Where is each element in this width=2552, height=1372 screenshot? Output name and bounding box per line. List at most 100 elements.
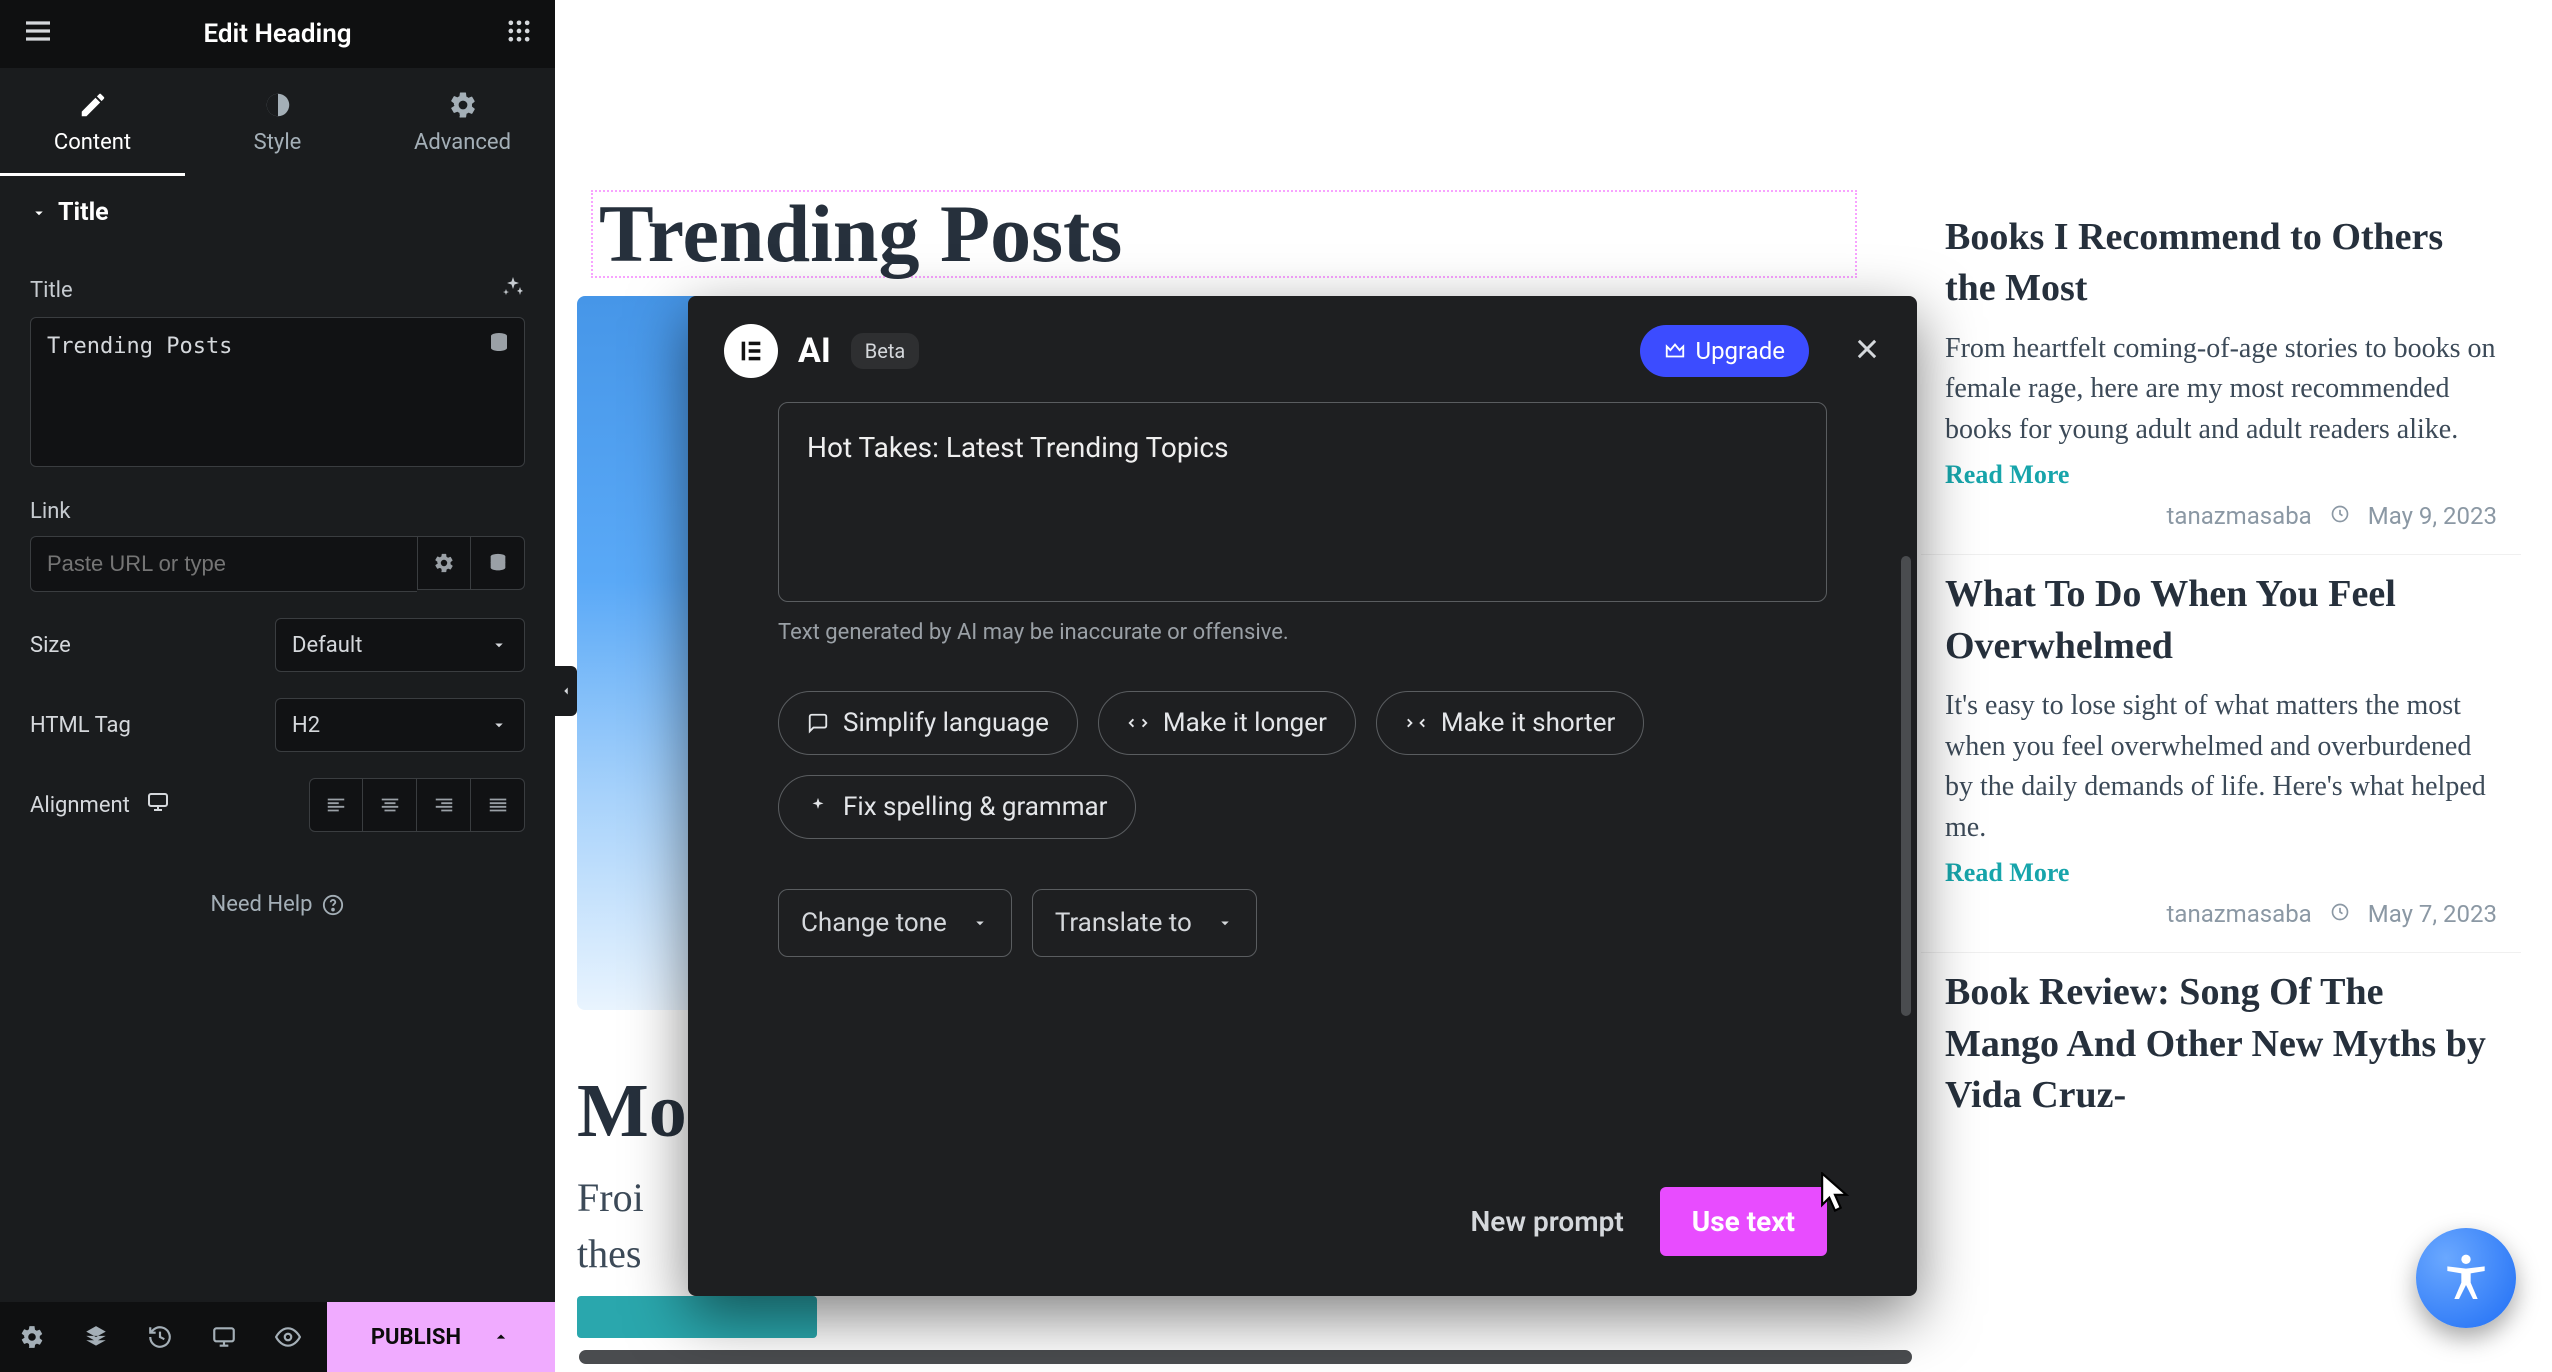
chevron-down-icon (1216, 914, 1234, 932)
panel-body: Title Link (0, 275, 555, 917)
tab-content[interactable]: Content (0, 68, 185, 176)
partial-heading: Mo (577, 1068, 687, 1155)
use-text-button[interactable]: Use text (1660, 1187, 1827, 1256)
navigator-icon[interactable] (64, 1302, 128, 1372)
upgrade-button-label: Upgrade (1696, 337, 1786, 365)
need-help-label: Need Help (211, 892, 313, 917)
ai-sparkle-icon[interactable] (501, 275, 525, 305)
chip-label: Make it longer (1163, 708, 1327, 738)
tab-advanced[interactable]: Advanced (370, 68, 555, 176)
sidebar-post: What To Do When You Feel Overwhelmed It'… (1921, 554, 2521, 952)
responsive-icon[interactable] (146, 790, 170, 820)
panel-collapse-button[interactable] (555, 666, 577, 716)
chat-icon (807, 712, 829, 734)
tag-field-label: HTML Tag (30, 713, 131, 738)
post-author: tanazmasaba (2167, 900, 2312, 928)
translate-select[interactable]: Translate to (1032, 889, 1257, 957)
size-select[interactable]: Default (275, 618, 525, 672)
make-shorter-chip[interactable]: Make it shorter (1376, 691, 1644, 755)
elementor-logo-icon (724, 324, 778, 378)
upgrade-button[interactable]: Upgrade (1640, 325, 1810, 377)
ai-modal-footer: New prompt Use text (1470, 1187, 1827, 1256)
tab-content-label: Content (54, 130, 131, 155)
ai-modal-scrollbar[interactable] (1901, 556, 1911, 1016)
post-author: tanazmasaba (2167, 502, 2312, 530)
publish-button[interactable]: PUBLISH (327, 1302, 555, 1372)
chip-label: Fix spelling & grammar (843, 792, 1107, 822)
select-label: Change tone (801, 908, 947, 938)
publish-button-label: PUBLISH (371, 1325, 461, 1350)
section-title-toggle[interactable]: Title (0, 176, 555, 249)
read-more-link[interactable]: Read More (1945, 858, 2069, 887)
sidebar-post: Books I Recommend to Others the Most Fro… (1921, 198, 2521, 554)
ai-modal-body: Hot Takes: Latest Trending Topics Text g… (688, 392, 1917, 957)
post-excerpt: From heartfelt coming-of-age stories to … (1945, 329, 2497, 451)
fix-grammar-chip[interactable]: Fix spelling & grammar (778, 775, 1136, 839)
tag-select-value: H2 (292, 713, 320, 738)
ai-modal-title: AI (798, 331, 831, 371)
sparkle-icon (807, 796, 829, 818)
chevron-down-icon (490, 636, 508, 654)
ai-modal: AI Beta Upgrade Hot Takes: Latest Trendi… (688, 296, 1917, 1296)
read-more-button-partial[interactable] (577, 1296, 817, 1338)
sidebar-posts-column: Books I Recommend to Others the Most Fro… (1921, 198, 2521, 1159)
link-input[interactable] (30, 536, 417, 592)
link-options-icon[interactable] (417, 536, 471, 590)
align-right-button[interactable] (417, 778, 471, 832)
chevron-left-icon (559, 684, 573, 698)
ai-generated-text[interactable]: Hot Takes: Latest Trending Topics (778, 402, 1827, 602)
chip-label: Make it shorter (1441, 708, 1615, 738)
crown-icon (1664, 340, 1686, 362)
read-more-link[interactable]: Read More (1945, 460, 2069, 489)
chevron-up-icon (491, 1327, 511, 1347)
size-select-value: Default (292, 633, 362, 658)
align-center-button[interactable] (363, 778, 417, 832)
settings-icon[interactable] (0, 1302, 64, 1372)
new-prompt-button[interactable]: New prompt (1470, 1205, 1623, 1238)
widgets-grid-icon[interactable] (505, 17, 533, 51)
clock-icon (2330, 900, 2350, 928)
close-icon[interactable] (1853, 335, 1881, 367)
partial-text-1: Froi (577, 1174, 644, 1221)
post-date: May 9, 2023 (2368, 502, 2497, 530)
align-left-button[interactable] (309, 778, 363, 832)
accessibility-icon (2438, 1250, 2494, 1306)
elementor-panel: Edit Heading Content Style Advanced Titl… (0, 0, 555, 1372)
help-icon (322, 894, 344, 916)
align-field-label: Alignment (30, 793, 130, 818)
chevron-down-icon (30, 204, 48, 222)
chevron-down-icon (971, 914, 989, 932)
collapse-icon (1405, 712, 1427, 734)
dynamic-tags-icon[interactable] (487, 331, 511, 361)
link-dynamic-icon[interactable] (471, 536, 525, 590)
heading-text: Trending Posts (599, 187, 1122, 281)
align-justify-button[interactable] (471, 778, 525, 832)
heading-widget[interactable]: Trending Posts (591, 190, 1857, 278)
make-longer-chip[interactable]: Make it longer (1098, 691, 1356, 755)
menu-icon[interactable] (22, 15, 54, 53)
responsive-mode-icon[interactable] (192, 1302, 256, 1372)
panel-footer: PUBLISH (0, 1302, 555, 1372)
preview-icon[interactable] (256, 1302, 320, 1372)
change-tone-select[interactable]: Change tone (778, 889, 1012, 957)
tab-style[interactable]: Style (185, 68, 370, 176)
panel-title: Edit Heading (203, 19, 351, 49)
post-title[interactable]: What To Do When You Feel Overwhelmed (1945, 569, 2497, 672)
simplify-language-chip[interactable]: Simplify language (778, 691, 1078, 755)
tag-select[interactable]: H2 (275, 698, 525, 752)
horizontal-scrollbar[interactable] (579, 1350, 1912, 1364)
section-title-label: Title (58, 198, 109, 227)
post-title[interactable]: Book Review: Song Of The Mango And Other… (1945, 967, 2497, 1121)
history-icon[interactable] (128, 1302, 192, 1372)
panel-tabs: Content Style Advanced (0, 68, 555, 176)
tab-advanced-label: Advanced (414, 130, 511, 155)
chevron-down-icon (490, 716, 508, 734)
title-textarea[interactable] (30, 317, 525, 467)
accessibility-button[interactable] (2416, 1228, 2516, 1328)
post-title[interactable]: Books I Recommend to Others the Most (1945, 212, 2497, 315)
chip-label: Simplify language (843, 708, 1049, 738)
ai-disclaimer: Text generated by AI may be inaccurate o… (778, 620, 1827, 645)
sidebar-post: Book Review: Song Of The Mango And Other… (1921, 952, 2521, 1159)
need-help-link[interactable]: Need Help (30, 892, 525, 917)
tab-style-label: Style (254, 130, 302, 155)
